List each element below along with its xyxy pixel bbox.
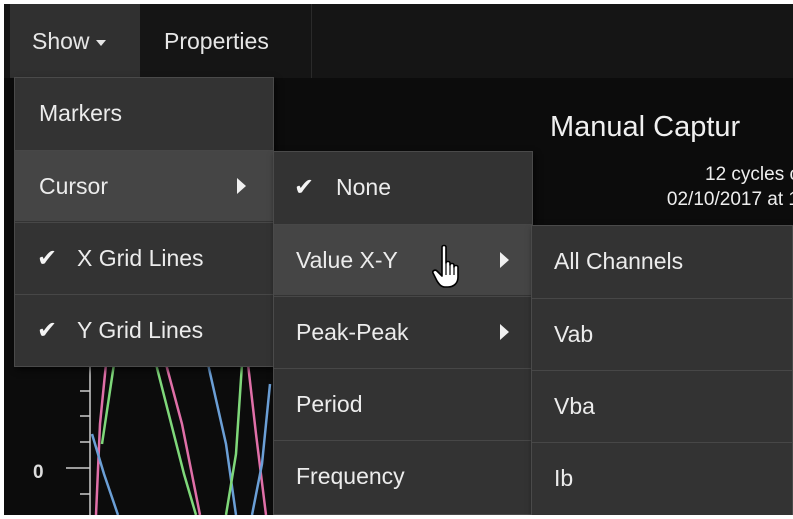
menu-item-label: Value X-Y xyxy=(296,247,398,273)
show-menu-label: Show xyxy=(32,28,90,54)
check-icon: ✔ xyxy=(37,317,58,344)
chevron-right-icon xyxy=(500,252,509,268)
menu-item-value-x-y[interactable]: Value X-Y xyxy=(274,224,532,295)
waveform-trace-pink xyxy=(164,363,202,515)
menu-item-vab[interactable]: Vab xyxy=(532,298,792,369)
menu-item-frequency[interactable]: Frequency xyxy=(274,440,532,511)
menu-item-peak-peak[interactable]: Peak-Peak xyxy=(274,296,532,367)
menu-item-label: Vab xyxy=(554,321,594,347)
value-x-y-submenu: All Channels Vab Vba Ib xyxy=(531,225,793,515)
menu-item-label: Period xyxy=(296,391,363,417)
chart-title: Manual Captur xyxy=(550,111,741,143)
properties-button[interactable]: Properties xyxy=(146,4,312,78)
y-axis-tick-label: 0 xyxy=(33,462,44,483)
check-icon: ✔ xyxy=(37,245,58,272)
menu-item-ib[interactable]: Ib xyxy=(532,442,792,513)
toolbar: Show Properties xyxy=(4,4,793,78)
chart-timestamp: 02/10/2017 at 1 xyxy=(666,189,793,210)
waveform-trace-blue xyxy=(206,363,238,515)
menu-item-label: Vba xyxy=(554,393,595,419)
menu-item-label: Frequency xyxy=(296,463,405,489)
menu-item-all-channels[interactable]: All Channels xyxy=(532,226,792,297)
cursor-submenu: ✔ None Value X-Y Peak-Peak Period Freque… xyxy=(273,151,533,515)
menu-item-cursor[interactable]: Cursor xyxy=(15,150,273,221)
menu-item-label: All Channels xyxy=(554,248,684,274)
menu-item-markers[interactable]: Markers xyxy=(15,78,273,149)
caret-down-icon xyxy=(95,39,106,46)
check-icon: ✔ xyxy=(294,174,315,201)
menu-item-x-grid-lines[interactable]: ✔ X Grid Lines xyxy=(15,222,273,293)
show-menu-button[interactable]: Show xyxy=(10,4,140,78)
menu-item-label: None xyxy=(336,174,391,200)
chart-subtitle: 12 cycles c xyxy=(705,164,793,185)
application-window: Manual Captur 12 cycles c 02/10/2017 at … xyxy=(4,4,793,515)
hand-pointer-icon xyxy=(432,244,459,288)
menu-item-label: Peak-Peak xyxy=(296,319,409,345)
waveform-trace-green xyxy=(154,363,198,515)
menu-item-none[interactable]: ✔ None xyxy=(274,152,532,223)
menu-item-label: Ib xyxy=(554,465,574,491)
waveform-trace-blue xyxy=(250,383,272,515)
waveform-trace-pink xyxy=(94,363,108,515)
menu-item-label: Markers xyxy=(39,100,123,126)
menu-item-vba[interactable]: Vba xyxy=(532,370,792,441)
menu-item-label: Y Grid Lines xyxy=(77,317,204,343)
chevron-right-icon xyxy=(237,178,246,194)
menu-item-label: X Grid Lines xyxy=(77,245,204,271)
menu-item-y-grid-lines[interactable]: ✔ Y Grid Lines xyxy=(15,294,273,365)
show-dropdown-menu: Markers Cursor ✔ X Grid Lines ✔ Y Grid L… xyxy=(14,77,274,367)
chevron-right-icon xyxy=(500,324,509,340)
menu-item-period[interactable]: Period xyxy=(274,368,532,439)
menu-item-label: Cursor xyxy=(39,173,109,199)
